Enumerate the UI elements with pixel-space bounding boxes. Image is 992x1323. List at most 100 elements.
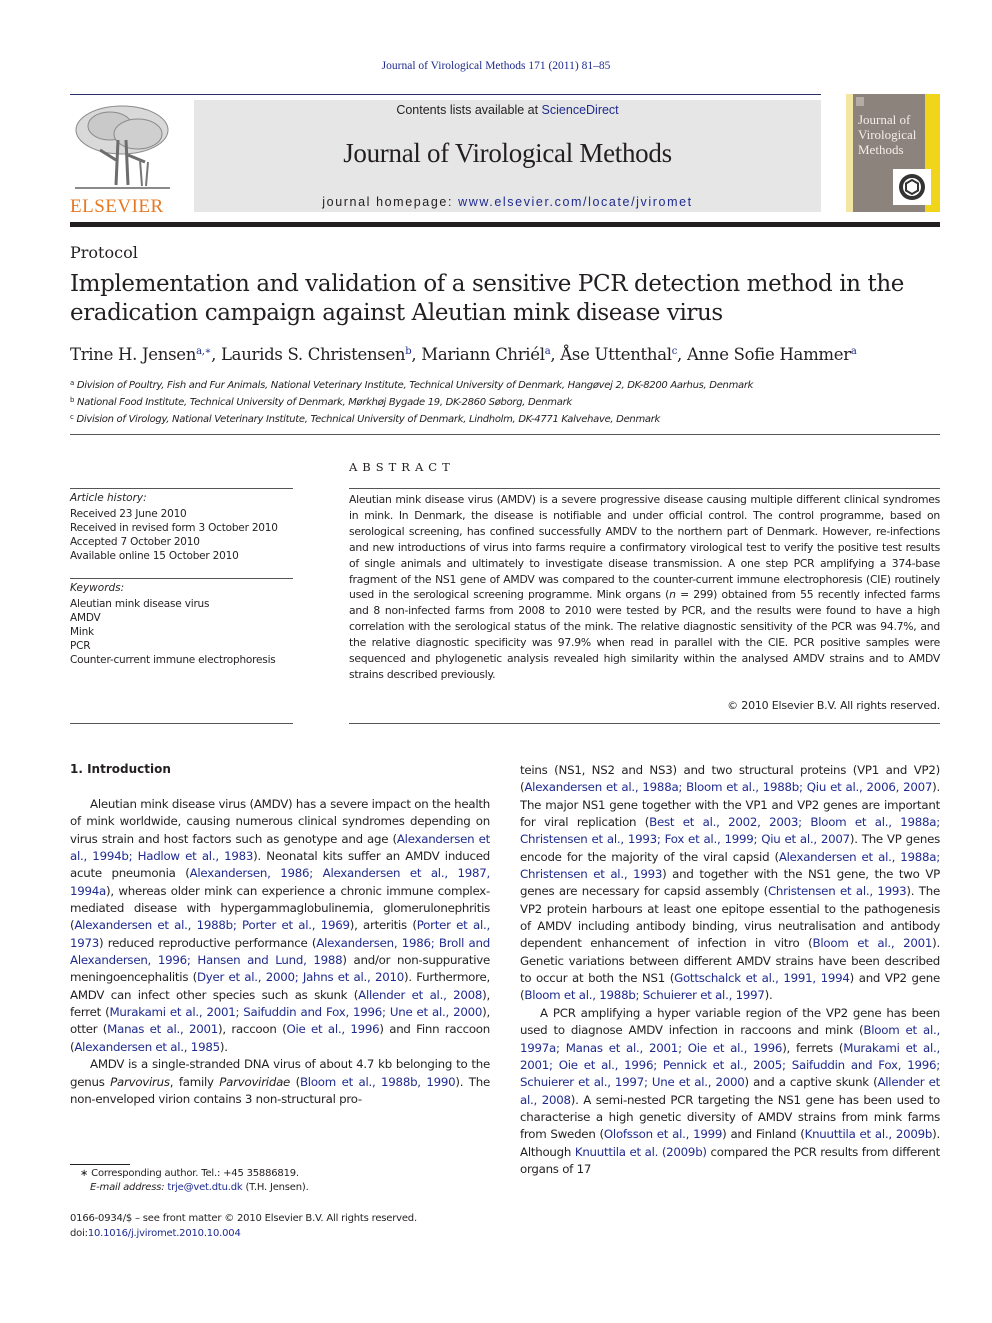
author-affiliation-marker[interactable]: a [851, 346, 857, 357]
keyword: Counter-current immune electrophoresis [70, 654, 276, 666]
abstract-copyright: © 2010 Elsevier B.V. All rights reserved… [727, 699, 940, 712]
keywords-list: Aleutian mink disease virus AMDV Mink PCR Co… [70, 597, 310, 667]
citation-link[interactable]: Bloom et al., 2001 [813, 936, 933, 950]
citation-link[interactable]: Knuuttila et al. (2009b) [575, 1145, 707, 1159]
citation-link[interactable]: Murakami et al., 2001; Saifuddin and Fox… [109, 1005, 482, 1019]
citation-link[interactable]: Manas et al., 2001 [107, 1022, 218, 1036]
corresponding-author-footnote: ∗ Corresponding author. Tel.: +45 358868… [80, 1167, 500, 1195]
history-item: Received in revised form 3 October 2010 [70, 522, 278, 534]
author-name: Åse Uttenthal [560, 345, 672, 364]
history-item: Accepted 7 October 2010 [70, 536, 200, 548]
body-text: ( [290, 1074, 301, 1089]
section-heading-introduction: 1. Introduction [70, 762, 171, 776]
history-item: Available online 15 October 2010 [70, 550, 239, 562]
corresponding-text: Corresponding author. Tel.: +45 35886819… [91, 1168, 299, 1179]
affiliation: a Division of Poultry, Fish and Fur Anim… [70, 376, 940, 393]
author-name: Anne Sofie Hammer [686, 345, 851, 364]
article-info-rule [70, 488, 293, 489]
front-matter-meta: 0166-0934/$ – see front matter © 2010 El… [70, 1212, 510, 1241]
citation-link[interactable]: Oie et al., 1996 [286, 1022, 379, 1036]
abstract-bottom-rule [349, 723, 940, 724]
author-separator: , [550, 345, 561, 364]
running-head[interactable]: Journal of Virological Methods 171 (2011… [0, 60, 992, 72]
journal-title: Journal of Virological Methods [343, 138, 672, 168]
author-separator: , [411, 345, 422, 364]
footnote-rule [70, 1164, 130, 1165]
body-text: ), raccoon ( [218, 1022, 287, 1037]
sciencedirect-link[interactable]: ScienceDirect [542, 103, 619, 117]
keyword: PCR [70, 640, 91, 652]
paragraph: A PCR amplifying a hyper variable region… [520, 1005, 940, 1178]
body-text: ) and Finland ( [722, 1127, 805, 1142]
citation-link[interactable]: Alexandersen et al., 1985 [74, 1040, 220, 1054]
author-name: Trine H. Jensen [70, 345, 197, 364]
body-text: Aleutian mink disease virus (AMDV) is a … [349, 493, 940, 602]
paragraph: teins (NS1, NS2 and NS3) and two structu… [520, 762, 940, 1005]
citation-link[interactable]: Knuuttila et al., 2009b [805, 1127, 933, 1141]
cover-title-line: Journal of [858, 112, 911, 127]
body-column-left: Aleutian mink disease virus (AMDV) has a… [70, 796, 490, 1108]
author-separator: , [677, 345, 687, 364]
masthead-bottom-rule [70, 222, 940, 227]
citation-link[interactable]: Olofsson et al., 1999 [604, 1127, 723, 1141]
homepage-link[interactable]: www.elsevier.com/locate/jviromet [458, 195, 693, 209]
history-item: Received 23 June 2010 [70, 508, 187, 520]
body-text: = 299) obtained from 55 recently infecte… [349, 588, 940, 681]
article-title: Implementation and validation of a sensi… [70, 271, 904, 326]
header-rule [70, 94, 821, 95]
email-link[interactable]: trje@vet.dtu.dk [167, 1182, 242, 1193]
affiliation-text: Division of Virology, National Veterinar… [73, 414, 661, 425]
body-text: ) reduced reproductive performance ( [99, 935, 317, 950]
citation-link[interactable]: Alexandersen et al., 1988b; Porter et al… [74, 918, 350, 932]
body-text: ), arteritis ( [349, 918, 417, 933]
publisher-logo-text: ELSEVIER [70, 196, 164, 217]
doi-prefix: doi: [70, 1227, 88, 1239]
citation-link[interactable]: Christensen et al., 1993 [768, 884, 907, 898]
affiliation: c Division of Virology, National Veterin… [70, 410, 940, 427]
email-suffix: (T.H. Jensen). [242, 1182, 309, 1193]
contents-line: Contents lists available at ScienceDirec… [194, 103, 821, 117]
author-affiliation-marker[interactable]: a,∗ [196, 346, 211, 357]
affiliations: a Division of Poultry, Fish and Fur Anim… [70, 376, 940, 427]
email-label: E-mail address: [90, 1182, 165, 1193]
italic-text: Parvovirus [110, 1074, 170, 1089]
footnote-line: ∗ Corresponding author. Tel.: +45 358868… [80, 1167, 500, 1181]
citation-link[interactable]: Gottschalck et al., 1991, 1994 [674, 971, 850, 985]
citation-link[interactable]: Dyer et al., 2000; Jahns et al., 2010 [197, 970, 404, 984]
contents-prefix: Contents lists available at [396, 103, 542, 117]
keywords-rule [70, 578, 293, 579]
author-list: Trine H. Jensena,∗, Laurids S. Christens… [70, 345, 940, 364]
keywords-label: Keywords: [70, 582, 125, 594]
homepage-prefix: journal homepage: [322, 195, 459, 209]
cover-virus-emblem-icon [893, 169, 931, 205]
keyword: Mink [70, 626, 94, 638]
cover-title: Journal of Virological Methods [858, 112, 916, 157]
affiliation: b National Food Institute, Technical Uni… [70, 393, 940, 410]
keyword: AMDV [70, 612, 101, 624]
citation-link[interactable]: Alexandersen et al., 1988a; Bloom et al.… [524, 780, 932, 794]
keyword: Aleutian mink disease virus [70, 598, 210, 610]
abstract-rule [349, 488, 940, 489]
cover-publisher-mark-icon [856, 97, 864, 106]
footnote-email-line: E-mail address: trje@vet.dtu.dk (T.H. Je… [80, 1181, 500, 1195]
body-text: ). [219, 1039, 228, 1054]
body-text: ) and a captive skunk ( [744, 1075, 878, 1090]
abstract-heading: ABSTRACT [349, 460, 455, 474]
journal-cover-thumbnail[interactable]: Journal of Virological Methods [846, 94, 940, 212]
doi-link[interactable]: 10.1016/j.jviromet.2010.10.004 [88, 1228, 241, 1239]
cover-title-line: Virological [858, 127, 917, 142]
body-text: ). [764, 988, 773, 1003]
paragraph: AMDV is a single-stranded DNA virus of a… [70, 1056, 490, 1108]
author-separator: , [211, 345, 221, 364]
footnote-marker: ∗ [80, 1168, 89, 1179]
article-history: Received 23 June 2010 Received in revised… [70, 507, 300, 563]
citation-link[interactable]: Bloom et al., 1988b; Schuierer et al., 1… [524, 988, 765, 1002]
doi-line: doi:10.1016/j.jviromet.2010.10.004 [70, 1227, 510, 1242]
citation-link[interactable]: Allender et al., 2008 [358, 988, 482, 1002]
author-name: Mariann Chriél [421, 345, 545, 364]
citation-link[interactable]: Bloom et al., 1988b, 1990 [300, 1075, 456, 1089]
italic-text: n [669, 588, 676, 602]
body-text: ), ferrets ( [782, 1040, 844, 1055]
affiliation-text: National Food Institute, Technical Unive… [74, 397, 572, 408]
affiliation-text: Division of Poultry, Fish and Fur Animal… [74, 380, 754, 391]
